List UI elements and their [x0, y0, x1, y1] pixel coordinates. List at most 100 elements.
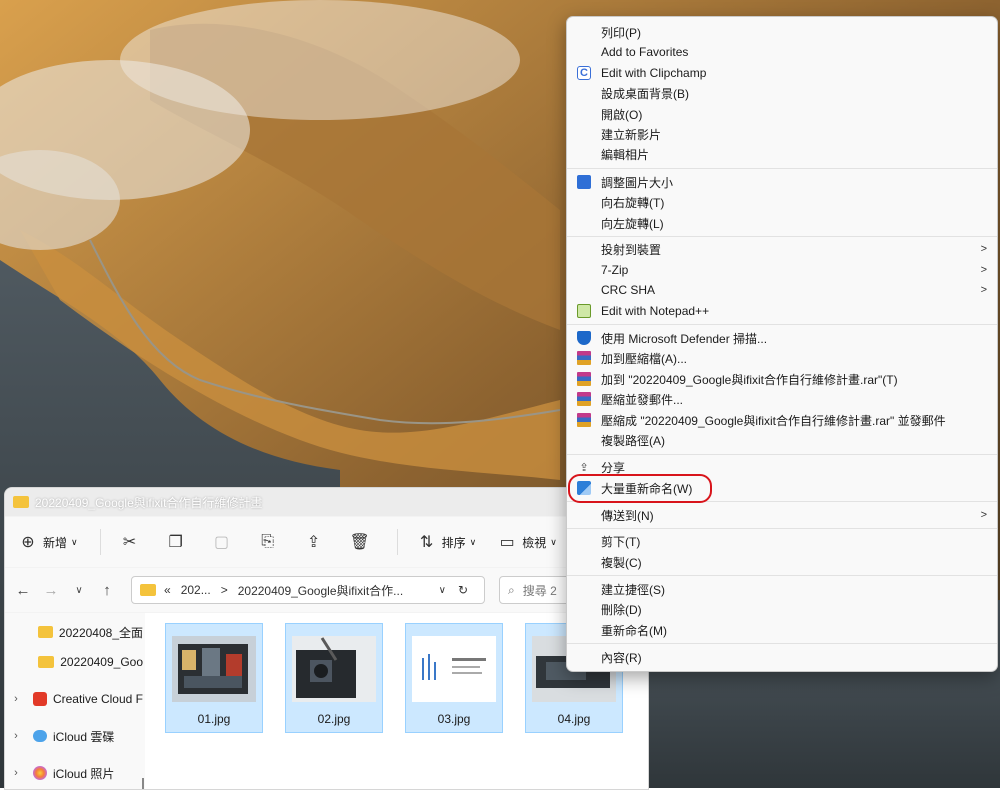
menu-item-edit-with-clipchamp[interactable]: C Edit with Clipchamp [567, 63, 997, 83]
breadcrumb-item-current[interactable]: 20220409_Google與ifixit合作... [238, 582, 403, 599]
menu-item-crc-sha[interactable]: CRC SHA > [567, 280, 997, 300]
rename-icon: ⎘ [261, 533, 275, 550]
breadcrumb-item[interactable]: 202... [181, 583, 211, 597]
file-tile[interactable]: 01.jpg [165, 623, 263, 733]
folder-icon [37, 626, 53, 638]
menu-separator [567, 454, 997, 455]
plus-circle-icon: ⊕ [21, 534, 35, 551]
menu-item-edit-photo[interactable]: 編輯相片 [567, 144, 997, 164]
rename-button[interactable]: ⎘ [259, 533, 283, 551]
menu-separator [567, 324, 997, 325]
refresh-icon[interactable]: ↻ [458, 583, 468, 597]
menu-separator [567, 236, 997, 237]
menu-item-delete[interactable]: 刪除(D) [567, 599, 997, 619]
highlight-annotation [568, 474, 712, 503]
menu-item-create-shortcut[interactable]: 建立捷徑(S) [567, 579, 997, 599]
menu-item-create-video[interactable]: 建立新影片 [567, 124, 997, 144]
nav-item-label: 20220409_Goo [60, 655, 143, 669]
copy-button[interactable]: ❐ [167, 533, 191, 551]
menu-item-compress-to-rar-and-email[interactable]: 壓縮成 "20220409_Google與ifixit合作自行維修計畫.rar"… [567, 410, 997, 430]
sort-button[interactable]: ⇅ 排序 ∨ [418, 533, 477, 551]
folder-icon [38, 656, 55, 668]
submenu-arrow-icon: > [980, 243, 987, 255]
menu-item-print[interactable]: 列印(P) [567, 22, 997, 42]
nav-item-folder[interactable]: 20220408_全面 [5, 620, 143, 644]
menu-separator [567, 528, 997, 529]
toolbar-divider [99, 529, 101, 555]
menu-separator [567, 643, 997, 644]
nav-item-creative-cloud[interactable]: › Creative Cloud F [5, 687, 143, 711]
chevron-right-icon[interactable]: › [5, 767, 27, 779]
menu-item-copy[interactable]: 複製(C) [567, 552, 997, 572]
menu-item-edit-with-notepad-plus-plus[interactable]: Edit with Notepad++ [567, 301, 997, 321]
menu-item-defender-scan[interactable]: 使用 Microsoft Defender 掃描... [567, 328, 997, 348]
new-button[interactable]: ⊕ 新增 ∨ [19, 533, 78, 551]
chevron-down-icon: ∨ [71, 536, 78, 547]
file-tile[interactable]: 03.jpg [405, 623, 503, 733]
menu-separator [567, 575, 997, 576]
defender-shield-icon [577, 331, 591, 345]
paste-button[interactable]: ▢ [213, 533, 237, 551]
share-button[interactable]: ⇪ [305, 533, 329, 551]
nav-item-label: iCloud 雲碟 [53, 729, 115, 744]
menu-item-add-to-rar[interactable]: 加到 "20220409_Google與ifixit合作自行維修計畫.rar"(… [567, 369, 997, 389]
up-arrow-icon[interactable]: ↑ [93, 582, 121, 599]
menu-item-7zip[interactable]: 7-Zip > [567, 260, 997, 280]
view-label: 檢視 [522, 535, 547, 550]
icloud-drive-icon [33, 730, 47, 742]
menu-item-cut[interactable]: 剪下(T) [567, 531, 997, 551]
address-field[interactable]: « 202... > 20220409_Google與ifixit合作... ∨… [131, 576, 485, 604]
winrar-icon [577, 372, 591, 386]
chevron-right-icon[interactable]: › [5, 693, 27, 705]
menu-separator [567, 168, 997, 169]
menu-item-add-to-archive[interactable]: 加到壓縮檔(A)... [567, 348, 997, 368]
file-tile[interactable]: 02.jpg [285, 623, 383, 733]
nav-item-folder[interactable]: 20220409_Goo [5, 650, 143, 674]
copy-icon: ❐ [168, 534, 183, 551]
back-arrow-icon[interactable]: ← [9, 582, 37, 599]
view-button[interactable]: ▭ 檢視 ∨ [498, 533, 557, 551]
menu-item-rename[interactable]: 重新命名(M) [567, 620, 997, 640]
menu-item-set-desktop-background[interactable]: 設成桌面背景(B) [567, 83, 997, 103]
context-menu: 列印(P) Add to Favorites C Edit with Clipch… [566, 16, 998, 672]
nav-item-label: iCloud 照片 [53, 766, 115, 781]
nav-item-label: 20220408_全面 [58, 625, 143, 640]
submenu-arrow-icon: > [980, 264, 987, 276]
file-explorer-window: 20220409_Google與ifixit合作自行維修計畫 ⊕ 新增 ∨ ✂ … [4, 487, 649, 790]
cut-button[interactable]: ✂ [121, 533, 145, 551]
nav-item-icloud-drive[interactable]: › iCloud 雲碟 [5, 724, 143, 748]
share-icon: ⇪ [579, 461, 589, 474]
nav-scrollbar[interactable] [142, 778, 144, 789]
nav-item-icloud-photos[interactable]: › iCloud 照片 [5, 761, 143, 785]
chevron-down-icon: ∨ [550, 536, 557, 547]
search-placeholder: 搜尋 2 [522, 583, 557, 598]
menu-item-add-to-favorites[interactable]: Add to Favorites [567, 42, 997, 62]
new-label: 新增 [43, 535, 68, 550]
image-resize-icon [577, 175, 591, 189]
menu-item-properties[interactable]: 內容(R) [567, 647, 997, 667]
recent-locations-chevron-icon[interactable]: ∨ [65, 585, 93, 596]
forward-arrow-icon[interactable]: → [37, 582, 65, 599]
chevron-right-icon[interactable]: › [5, 730, 27, 742]
menu-item-rotate-right[interactable]: 向右旋轉(T) [567, 192, 997, 212]
delete-button[interactable]: 🗑 [349, 533, 375, 551]
toolbar-divider [396, 529, 398, 555]
address-bar-row: ← → ∨ ↑ « 202... > 20220409_Google與ifixi… [5, 568, 648, 612]
menu-item-open[interactable]: 開啟(O) [567, 104, 997, 124]
search-icon: ⌕ [508, 582, 515, 597]
address-dropdown-icon[interactable]: ∨ [439, 585, 446, 596]
menu-item-rotate-left[interactable]: 向左旋轉(L) [567, 213, 997, 233]
chevron-down-icon: ∨ [469, 536, 477, 547]
menu-item-resize-image[interactable]: 調整圖片大小 [567, 172, 997, 192]
menu-item-cast-to-device[interactable]: 投射到裝置 > [567, 239, 997, 259]
explorer-titlebar[interactable]: 20220409_Google與ifixit合作自行維修計畫 [5, 488, 648, 516]
notepad-plus-plus-icon [577, 304, 591, 318]
share-icon: ⇪ [306, 534, 321, 551]
submenu-arrow-icon: > [980, 284, 987, 296]
menu-item-copy-path[interactable]: 複製路徑(A) [567, 430, 997, 450]
file-name: 01.jpg [197, 712, 231, 726]
photo-thumbnail [292, 636, 376, 702]
menu-item-compress-and-email[interactable]: 壓縮並發郵件... [567, 389, 997, 409]
breadcrumb-overflow[interactable]: « [164, 583, 171, 597]
menu-item-send-to[interactable]: 傳送到(N) > [567, 505, 997, 525]
